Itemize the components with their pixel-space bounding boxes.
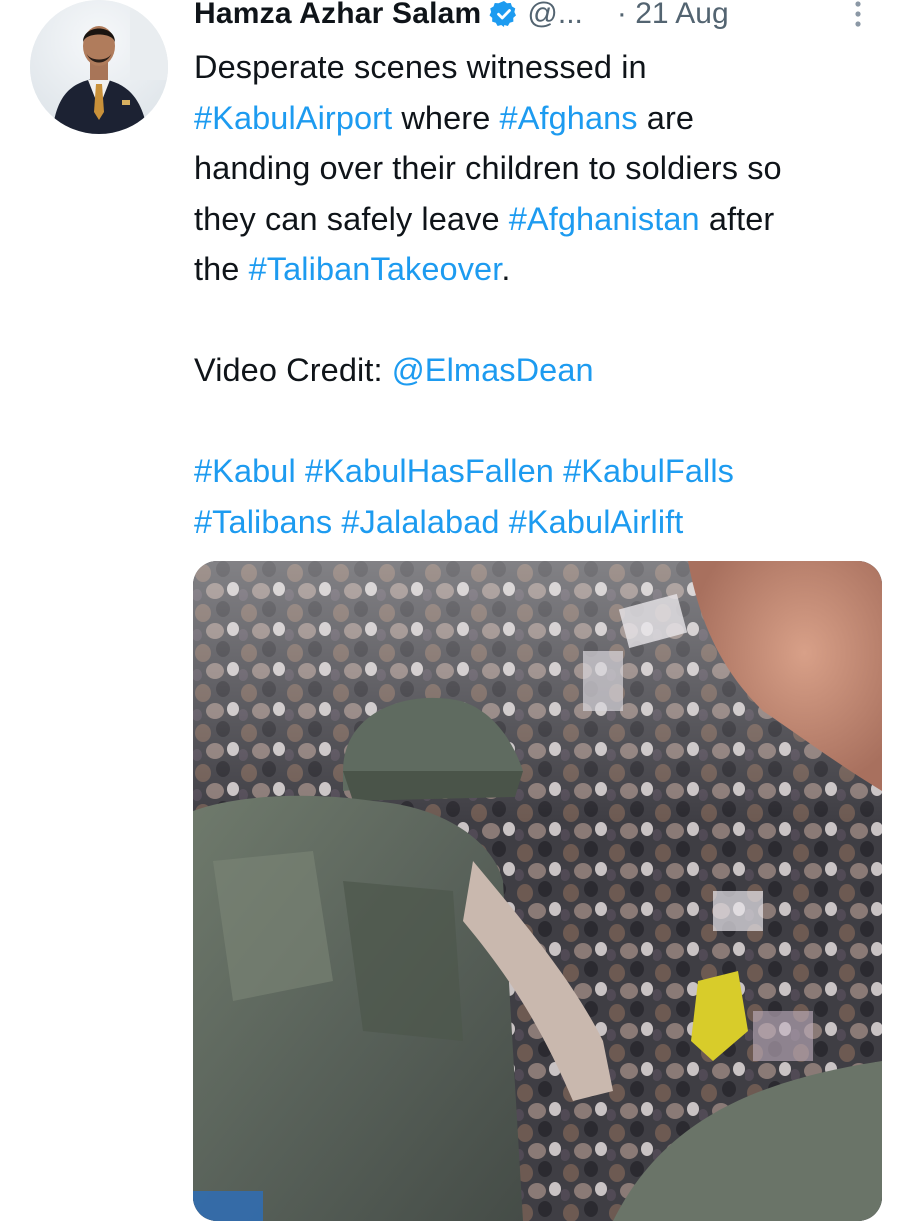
tweet-text-line: the #TalibanTakeover. (194, 244, 894, 295)
tweet-text-segment: where (392, 99, 500, 136)
mention-link[interactable]: @ElmasDean (392, 352, 594, 388)
more-options-icon[interactable] (848, 0, 868, 34)
hashtag-link[interactable]: #Kabul (194, 453, 296, 489)
tweet-text: Desperate scenes witnessed in #KabulAirp… (194, 42, 894, 547)
tweet-text-line: #Talibans #Jalalabad #KabulAirlift (194, 497, 894, 548)
tweet-text-line: Desperate scenes witnessed in (194, 42, 894, 93)
verified-badge-icon (489, 0, 519, 29)
tweet-text-line: they can safely leave #Afghanistan after (194, 194, 894, 245)
author-display-name[interactable]: Hamza Azhar Salam (194, 0, 481, 31)
hashtag-link[interactable]: #Afghans (500, 100, 638, 136)
tweet-text-segment: the (194, 251, 249, 287)
tweet-text-line: Video Credit: @ElmasDean (194, 345, 894, 396)
tweet: Hamza Azhar Salam @... · 21 Aug Desperat… (0, 0, 912, 1221)
tweet-text-segment: . (501, 251, 511, 287)
hashtag-link[interactable]: #TalibanTakeover (249, 251, 502, 287)
tweet-header: Hamza Azhar Salam @... · 21 Aug (194, 0, 894, 36)
tweet-text-segment: handing over their children to soldiers … (194, 150, 782, 186)
tweet-text-segment: are (637, 99, 695, 136)
hashtag-link[interactable]: #Talibans (194, 504, 332, 540)
tweet-text-line: handing over their children to soldiers … (194, 143, 894, 194)
tweet-text-segment: after (699, 200, 775, 237)
credit-label: Video Credit: (194, 352, 392, 388)
tweet-text-line: #Kabul #KabulHasFallen #KabulFalls (194, 446, 894, 497)
hashtag-link[interactable]: #KabulAirport (194, 100, 392, 136)
hashtag-link[interactable]: #KabulAirlift (509, 504, 684, 540)
timestamp-separator: · (616, 0, 627, 30)
tweet-text-segment: Desperate scenes witnessed in (194, 49, 647, 85)
tweet-timestamp[interactable]: · 21 Aug (617, 0, 729, 31)
timestamp-date: 21 Aug (635, 0, 729, 30)
author-handle[interactable]: @... (527, 0, 582, 31)
tweet-text-segment: they can safely leave (194, 200, 509, 237)
tweet-text-line: #KabulAirport where #Afghans are (194, 93, 894, 144)
hashtag-link[interactable]: #Afghanistan (509, 201, 700, 237)
tweet-media-video[interactable] (193, 561, 882, 1221)
hashtag-link[interactable]: #Jalalabad (341, 504, 499, 540)
hashtag-link[interactable]: #KabulFalls (563, 453, 734, 489)
author-avatar[interactable] (30, 0, 168, 134)
hashtag-link[interactable]: #KabulHasFallen (305, 453, 554, 489)
